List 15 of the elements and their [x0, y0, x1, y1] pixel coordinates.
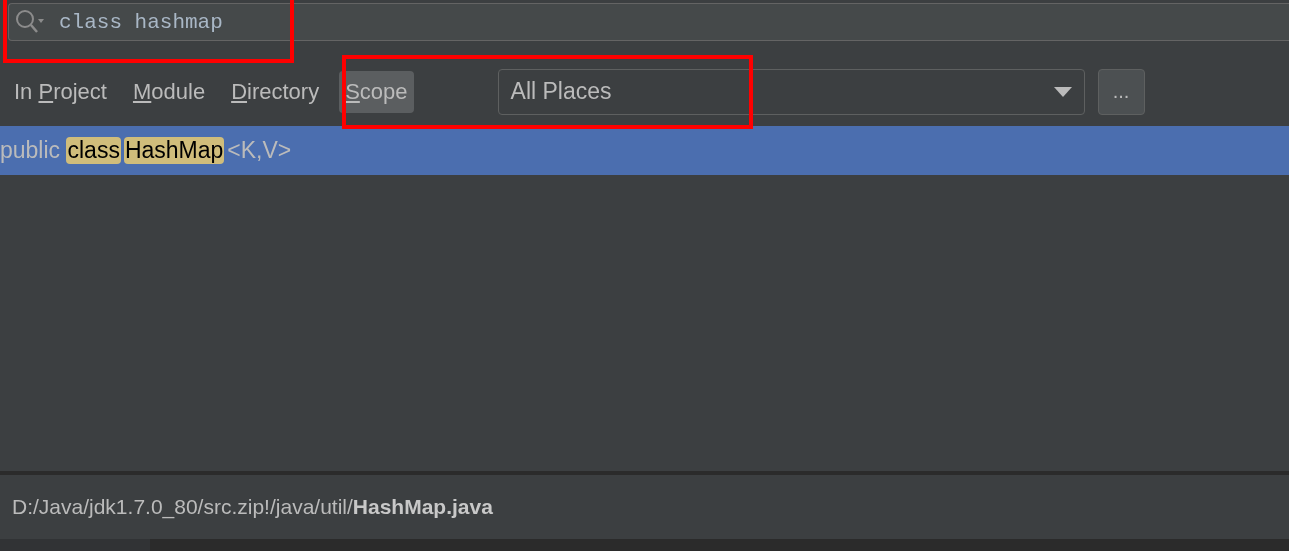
file-path: D:/Java/jdk1.7.0_80/src.zip!/java/util/HashMap.java: [12, 495, 493, 519]
search-icon[interactable]: [15, 9, 45, 35]
more-button[interactable]: ...: [1097, 68, 1145, 115]
scope-tab[interactable]: Directory: [225, 70, 326, 113]
match-highlight: class: [66, 137, 121, 164]
match-highlight: HashMap: [123, 137, 225, 164]
result-text: public: [0, 137, 62, 164]
caret-icon: [1053, 86, 1072, 97]
scope-dropdown[interactable]: All Places: [497, 68, 1085, 115]
scope-tab[interactable]: Scope: [339, 70, 414, 113]
search-field[interactable]: class hashmap: [8, 3, 1289, 41]
scope-tab[interactable]: In Project: [8, 70, 113, 113]
scope-tab[interactable]: Module: [126, 70, 212, 113]
result-text: <K,V>: [227, 137, 292, 164]
result-row[interactable]: public class HashMap <K,V>: [0, 126, 1289, 175]
